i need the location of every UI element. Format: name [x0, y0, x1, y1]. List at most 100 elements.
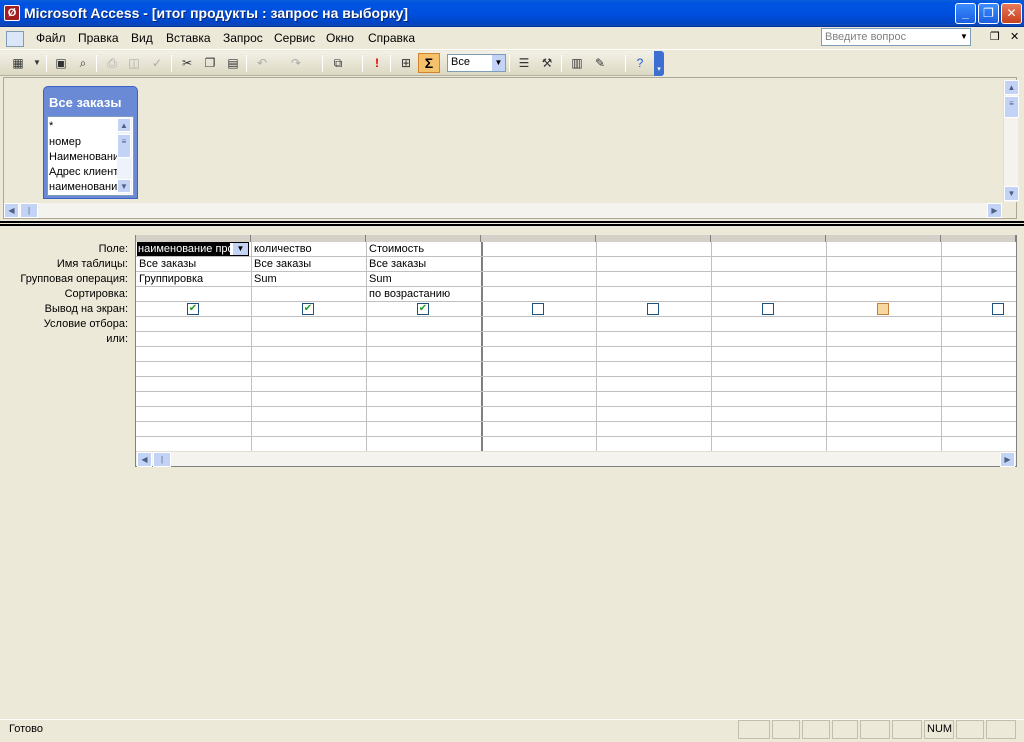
redo-icon[interactable]: ↷ — [286, 54, 306, 73]
scroll-right-icon[interactable]: ▶ — [1000, 452, 1015, 467]
chevron-down-icon[interactable]: ▼ — [958, 29, 970, 45]
list-item[interactable]: наименование — [49, 181, 117, 193]
help-icon[interactable]: ? — [630, 54, 650, 73]
list-item[interactable]: номер — [49, 136, 117, 148]
database-window-icon[interactable]: ▥ — [567, 54, 587, 73]
chevron-down-icon[interactable]: ▼ — [27, 54, 47, 73]
properties-icon[interactable]: ☰ — [514, 54, 534, 73]
row-label-field: Поле: — [98, 243, 128, 255]
status-panel — [738, 720, 770, 739]
cut-icon[interactable]: ✂ — [177, 54, 197, 73]
list-item[interactable]: Наименование — [49, 151, 117, 163]
show-checkbox[interactable] — [647, 303, 659, 315]
grid-horizontal-scrollbar[interactable] — [136, 451, 1016, 466]
show-checkbox[interactable]: ✔ — [302, 303, 314, 315]
grid-row-divider — [136, 286, 1016, 287]
column-selector[interactable] — [366, 235, 481, 242]
copy-icon[interactable]: ❐ — [200, 54, 220, 73]
total-cell[interactable]: Sum — [369, 273, 392, 285]
scroll-left-icon[interactable]: ◀ — [137, 452, 152, 467]
build-icon[interactable]: ⚒ — [537, 54, 557, 73]
scroll-right-icon[interactable]: ▶ — [987, 203, 1002, 218]
row-label-sort: Сортировка: — [64, 288, 128, 300]
table-pane[interactable] — [3, 77, 1017, 219]
scrollbar-thumb[interactable]: | — [153, 452, 171, 467]
column-selector[interactable] — [136, 235, 251, 242]
save-icon[interactable]: ▣ — [51, 54, 71, 73]
show-table-icon[interactable]: ⊞ — [396, 54, 416, 73]
menu-query[interactable]: Запрос — [223, 31, 263, 45]
menu-tools[interactable]: Сервис — [274, 31, 315, 45]
query-window-icon[interactable] — [6, 31, 24, 47]
show-checkbox[interactable]: ✔ — [187, 303, 199, 315]
paste-icon[interactable]: ▤ — [223, 54, 243, 73]
scrollbar-thumb[interactable]: ≡ — [1004, 96, 1019, 118]
menu-insert[interactable]: Вставка — [166, 31, 211, 45]
toolbar-separator — [561, 55, 562, 72]
list-item[interactable]: Адрес клиента — [49, 166, 117, 178]
toolbar-separator — [322, 55, 323, 72]
field-cell[interactable]: Стоимость — [369, 243, 424, 255]
table-pane-horizontal-scrollbar[interactable] — [4, 203, 1002, 218]
query-type-icon[interactable]: ⧉ — [328, 54, 348, 73]
scroll-up-icon[interactable]: ▲ — [1004, 80, 1019, 95]
spelling-icon[interactable]: ✓ — [147, 54, 167, 73]
column-selector[interactable] — [711, 235, 826, 242]
chevron-down-icon[interactable]: ▼ — [492, 55, 505, 71]
show-checkbox[interactable] — [877, 303, 889, 315]
scroll-down-icon[interactable]: ▼ — [117, 179, 131, 193]
scrollbar-thumb[interactable]: ≡ — [117, 134, 131, 158]
scroll-left-icon[interactable]: ◀ — [4, 203, 19, 218]
toolbar-separator — [246, 55, 247, 72]
view-icon[interactable]: ▦ — [8, 54, 28, 73]
minimize-button[interactable]: _ — [955, 3, 976, 24]
access-app-icon[interactable]: Ø — [4, 5, 20, 21]
scroll-up-icon[interactable]: ▲ — [117, 118, 131, 132]
close-button[interactable]: ✕ — [1001, 3, 1022, 24]
menu-window[interactable]: Окно — [326, 31, 354, 45]
run-icon[interactable]: ! — [367, 54, 387, 73]
ask-question-input[interactable]: Введите вопрос — [821, 28, 971, 46]
scroll-down-icon[interactable]: ▼ — [1004, 186, 1019, 201]
table-cell[interactable]: Все заказы — [369, 258, 426, 270]
undo-icon[interactable]: ↶ — [252, 54, 272, 73]
grid-row-divider — [136, 421, 1016, 422]
total-cell[interactable]: Sum — [254, 273, 277, 285]
restore-button[interactable]: ❐ — [978, 3, 999, 24]
table-cell[interactable]: Все заказы — [139, 258, 196, 270]
print-icon[interactable]: ⎙ — [102, 54, 122, 73]
table-field-list-title[interactable]: Все заказы — [49, 95, 121, 110]
scrollbar-thumb[interactable]: | — [20, 203, 38, 218]
print-preview-icon[interactable]: ◫ — [124, 54, 144, 73]
chevron-down-icon[interactable]: ▼ — [233, 243, 248, 255]
column-selector[interactable] — [251, 235, 366, 242]
menu-file[interactable]: Файл — [36, 31, 66, 45]
pane-splitter[interactable] — [0, 224, 1024, 226]
total-cell[interactable]: Группировка — [139, 273, 203, 285]
column-selector[interactable] — [481, 235, 596, 242]
window-title: Microsoft Access - [итог продукты : запр… — [24, 5, 409, 21]
field-cell[interactable]: количество — [254, 243, 312, 255]
menu-help[interactable]: Справка — [368, 31, 415, 45]
show-checkbox[interactable] — [762, 303, 774, 315]
menu-edit[interactable]: Правка — [78, 31, 119, 45]
show-checkbox[interactable] — [992, 303, 1004, 315]
table-cell[interactable]: Все заказы — [254, 258, 311, 270]
show-checkbox[interactable] — [532, 303, 544, 315]
doc-close-button[interactable]: ✕ — [1010, 30, 1019, 43]
search-icon[interactable]: ⌕ — [73, 54, 93, 73]
pane-splitter[interactable] — [0, 221, 1024, 223]
totals-button[interactable]: Σ — [418, 53, 440, 73]
new-object-icon[interactable]: ✎ — [590, 54, 610, 73]
toolbar-separator — [96, 55, 97, 72]
sort-cell[interactable]: по возрастанию — [369, 288, 450, 300]
toolbar-options-button[interactable]: ▾ — [654, 51, 664, 76]
show-checkbox[interactable]: ✔ — [417, 303, 429, 315]
field-cell[interactable]: наименование про — [138, 243, 230, 255]
doc-restore-button[interactable]: ❐ — [990, 30, 1000, 43]
menu-view[interactable]: Вид — [131, 31, 153, 45]
list-item[interactable]: * — [49, 120, 117, 132]
column-selector[interactable] — [941, 235, 1016, 242]
column-selector[interactable] — [596, 235, 711, 242]
column-selector[interactable] — [826, 235, 941, 242]
